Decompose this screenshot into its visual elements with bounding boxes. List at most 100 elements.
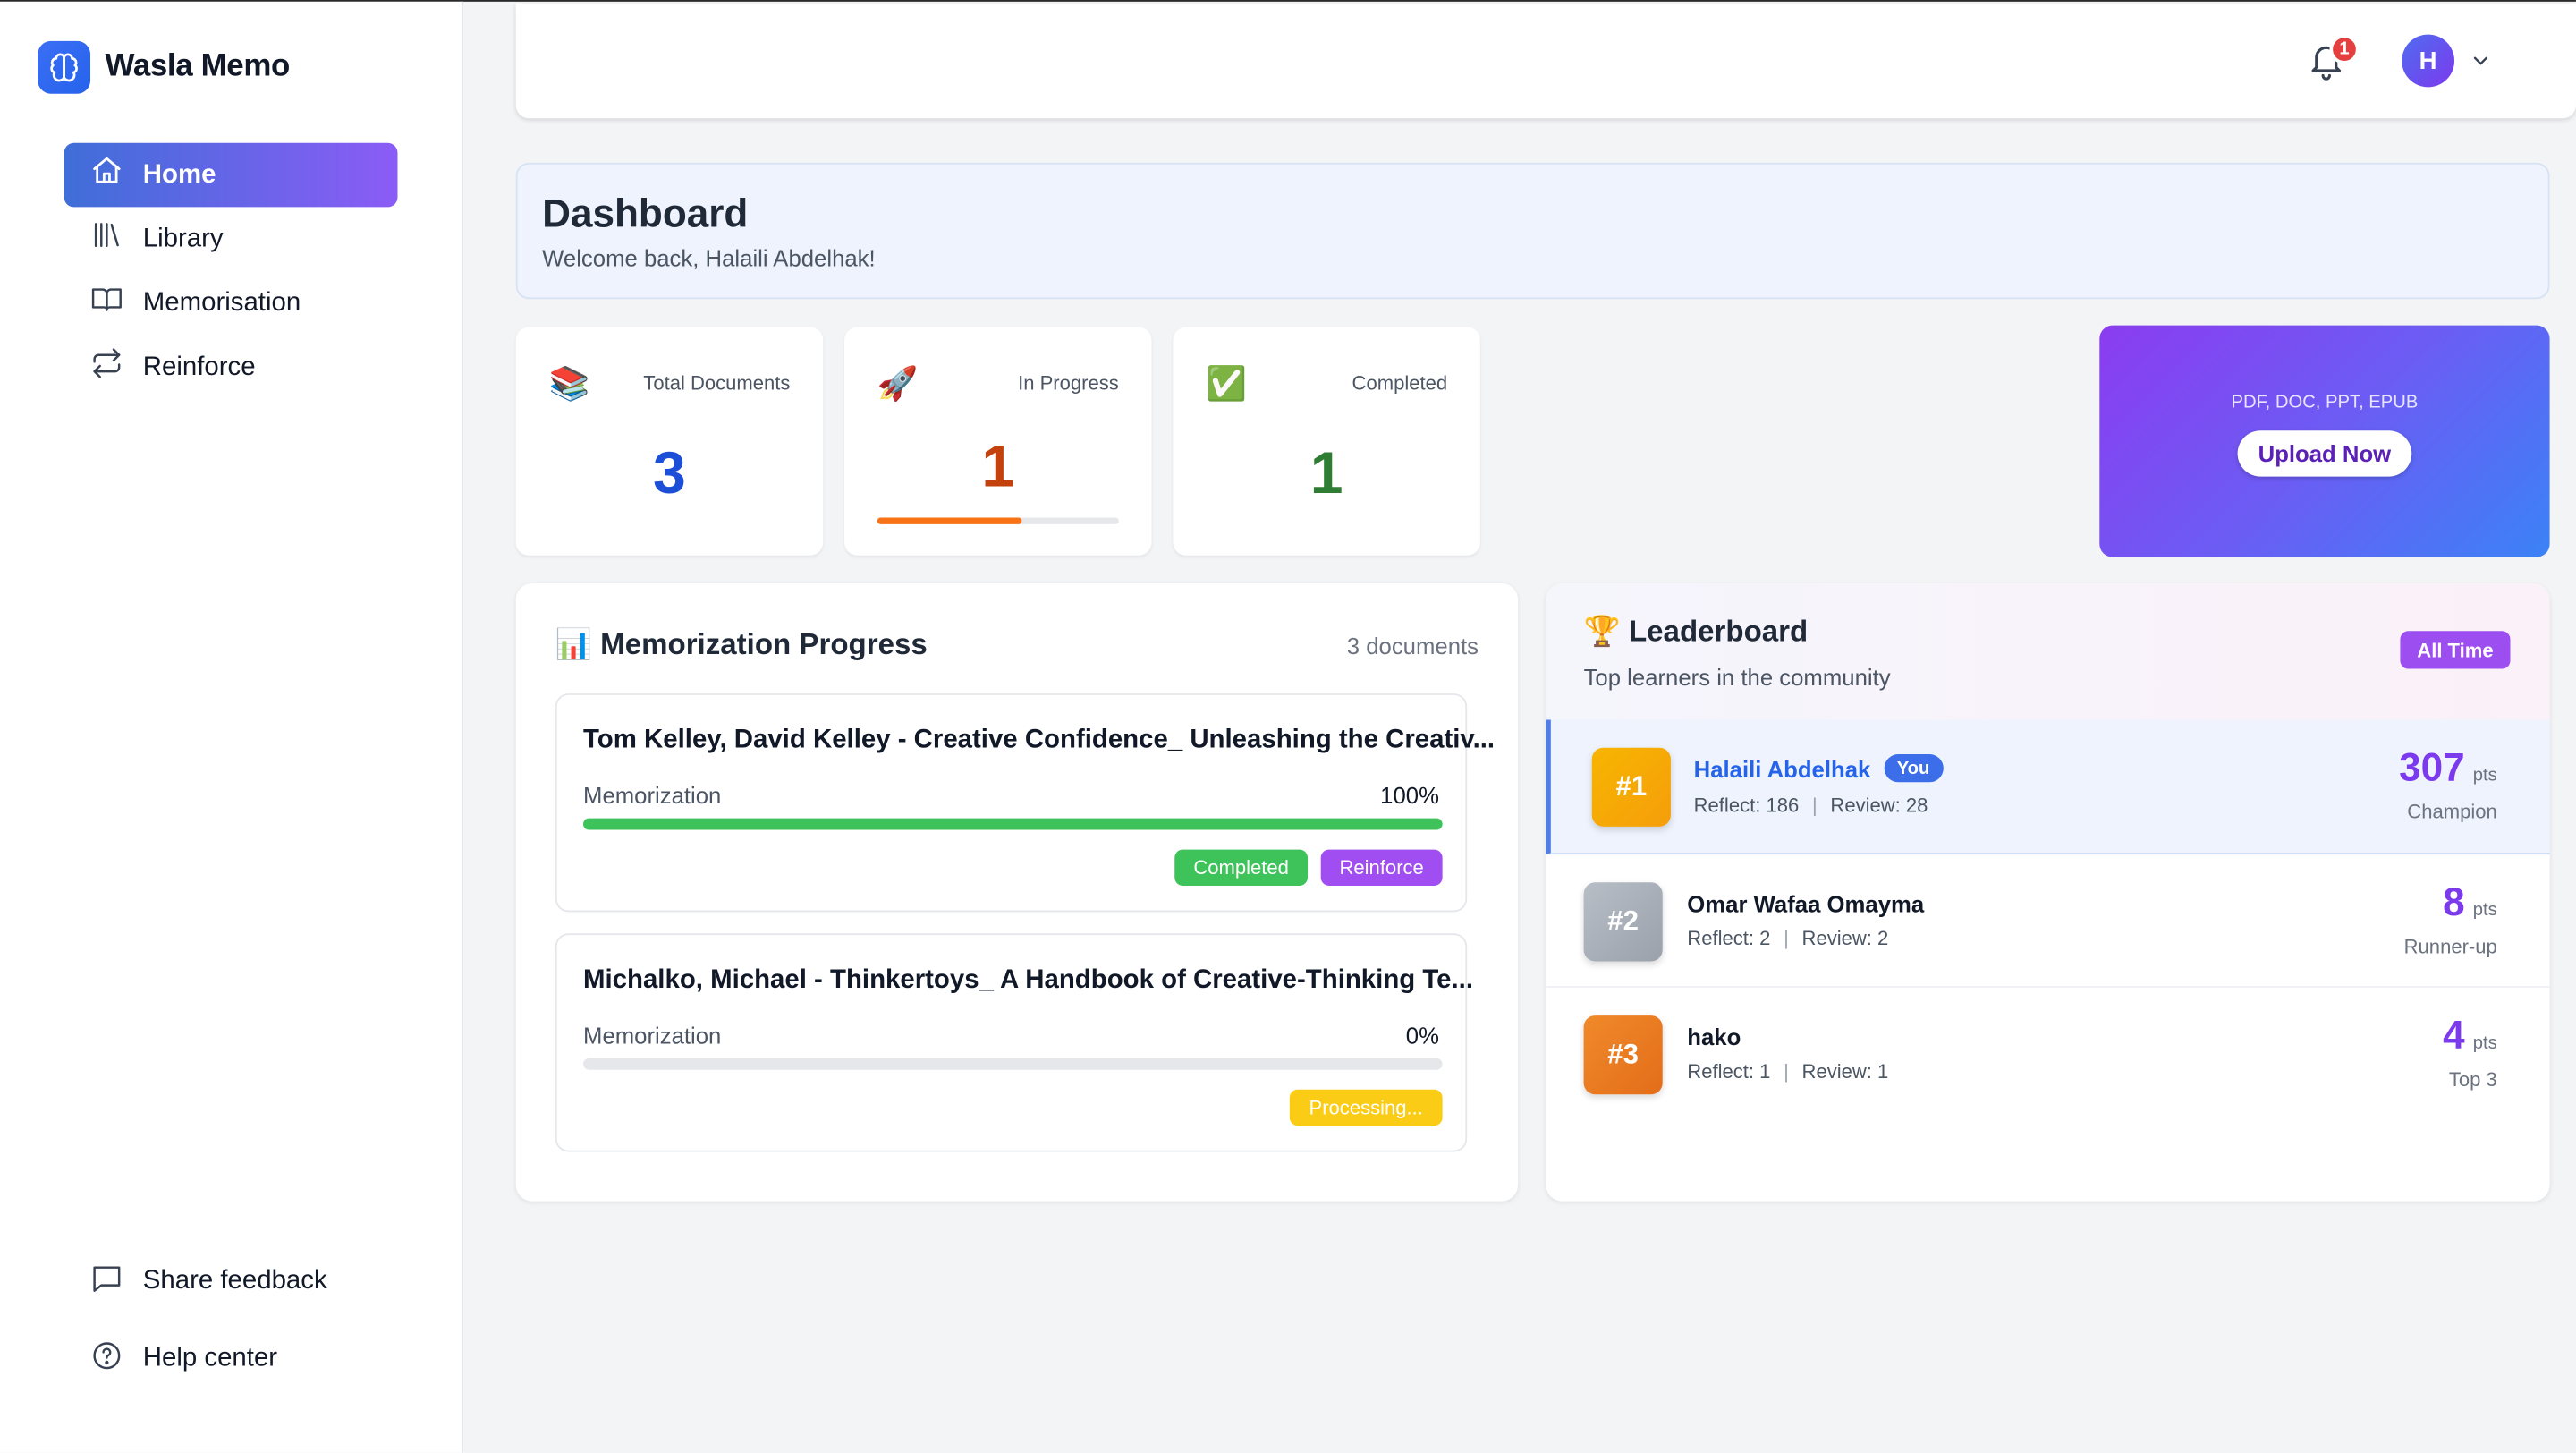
reflect-count: Reflect: 2 xyxy=(1687,926,1771,950)
document-card[interactable]: Tom Kelley, David Kelley - Creative Conf… xyxy=(555,693,1495,913)
bar-chart-icon: 📊 xyxy=(555,627,592,661)
progress-percent: 100% xyxy=(1380,782,1439,809)
progress-label: Memorization xyxy=(583,782,722,809)
panel-title: 📊 Memorization Progress xyxy=(555,628,928,663)
document-title: Michalko, Michael - Thinkertoys_ A Handb… xyxy=(583,965,1474,995)
reflect-count: Reflect: 186 xyxy=(1693,794,1800,817)
welcome-text: Welcome back, Halaili Abdelhak! xyxy=(542,244,876,272)
leaderboard-title: 🏆 Leaderboard xyxy=(1584,615,1809,650)
document-title: Tom Kelley, David Kelley - Creative Conf… xyxy=(583,726,1496,755)
leaderboard-row[interactable]: #1 Halaili Abdelhak You Reflect: 186 | R… xyxy=(1546,719,2550,855)
reinforce-button[interactable]: Reinforce xyxy=(1320,849,1443,886)
in-progress-bar-fill xyxy=(877,517,1022,524)
user-stats: Reflect: 186 | Review: 28 xyxy=(1694,794,1928,817)
panel-title-text: Memorization Progress xyxy=(600,627,928,661)
progress-percent: 0% xyxy=(1405,1022,1439,1049)
stat-value: 3 xyxy=(653,438,686,506)
sidebar: Wasla Memo Home Library Memorisation Rei… xyxy=(0,1,463,1453)
page-title: Dashboard xyxy=(542,191,749,237)
sidebar-item-memorisation[interactable]: Memorisation xyxy=(64,271,398,336)
user-name: Omar Wafaa Omayma xyxy=(1687,890,1924,916)
in-progress-bar xyxy=(877,517,1119,524)
sidebar-item-home[interactable]: Home xyxy=(64,142,398,208)
library-icon xyxy=(90,218,123,259)
rank-label: Champion xyxy=(2407,800,2497,824)
help-icon xyxy=(90,1338,123,1380)
help-center-link[interactable]: Help center xyxy=(64,1328,398,1390)
review-count: Review: 2 xyxy=(1801,926,1889,950)
user-name: Halaili Abdelhak You xyxy=(1693,754,1944,783)
share-feedback-link[interactable]: Share feedback xyxy=(64,1251,398,1313)
brand[interactable]: Wasla Memo xyxy=(38,40,291,94)
user-stats: Reflect: 2 | Review: 2 xyxy=(1687,927,1888,950)
sidebar-item-label: Reinforce xyxy=(142,352,256,381)
points: 307 pts xyxy=(2399,746,2497,792)
review-count: Review: 28 xyxy=(1830,794,1928,817)
stat-value: 1 xyxy=(981,432,1015,500)
app-name: Wasla Memo xyxy=(105,49,291,84)
rank-badge: #2 xyxy=(1583,882,1663,962)
sidebar-item-library[interactable]: Library xyxy=(64,207,398,271)
user-stats: Reflect: 1 | Review: 1 xyxy=(1687,1060,1888,1083)
review-count: Review: 1 xyxy=(1801,1059,1889,1083)
share-feedback-label: Share feedback xyxy=(142,1267,327,1296)
processing-badge: Processing... xyxy=(1289,1089,1443,1126)
leaderboard-panel: 🏆 Leaderboard Top learners in the commun… xyxy=(1546,583,2550,1202)
document-card[interactable]: Michalko, Michael - Thinkertoys_ A Handb… xyxy=(555,933,1473,1152)
user-name-text: hako xyxy=(1687,1024,1741,1050)
sidebar-item-reinforce[interactable]: Reinforce xyxy=(64,336,398,400)
user-name-text: Omar Wafaa Omayma xyxy=(1687,890,1925,917)
stat-card-in-progress: 🚀 In Progress 1 xyxy=(844,327,1152,556)
rocket-icon: 🚀 xyxy=(877,366,919,403)
user-avatar[interactable]: H xyxy=(2402,34,2455,88)
progress-bar xyxy=(583,818,1443,830)
chevron-down-icon[interactable] xyxy=(2470,49,2493,81)
leaderboard-title-text: Leaderboard xyxy=(1628,614,1809,648)
stats-separator: | xyxy=(1811,794,1818,817)
repeat-icon xyxy=(90,347,123,388)
points-value: 8 xyxy=(2443,880,2465,926)
home-icon xyxy=(90,155,123,196)
dashboard-banner: Dashboard Welcome back, Halaili Abdelhak… xyxy=(515,162,2550,300)
book-icon xyxy=(90,283,123,324)
leaderboard-row[interactable]: #2 Omar Wafaa Omayma Reflect: 2 | Review… xyxy=(1546,854,2550,988)
books-icon: 📚 xyxy=(548,366,590,403)
sidebar-item-label: Memorisation xyxy=(142,288,301,317)
sidebar-item-label: Home xyxy=(142,160,216,189)
message-icon xyxy=(90,1262,123,1303)
sidebar-item-label: Library xyxy=(142,224,224,252)
stat-label: In Progress xyxy=(1018,371,1119,395)
documents-count: 3 documents xyxy=(1346,633,1479,659)
stat-value: 1 xyxy=(1309,438,1343,506)
trophy-icon: 🏆 xyxy=(1583,614,1621,648)
brain-logo-icon xyxy=(38,40,91,94)
stat-card-completed: ✅ Completed 1 xyxy=(1173,327,1480,556)
points-value: 4 xyxy=(2443,1014,2465,1058)
progress-bar xyxy=(583,1058,1443,1070)
rank-badge: #3 xyxy=(1583,1015,1663,1095)
leaderboard-header: 🏆 Leaderboard Top learners in the commun… xyxy=(1546,583,2550,720)
upload-formats: PDF, DOC, PPT, EPUB xyxy=(2231,392,2419,413)
reflect-count: Reflect: 1 xyxy=(1687,1059,1771,1083)
top-header: 1 H xyxy=(515,3,2576,119)
upload-now-button[interactable]: Upload Now xyxy=(2237,430,2412,477)
check-icon: ✅ xyxy=(1206,366,1247,403)
rank-label: Runner-up xyxy=(2403,935,2497,958)
stats-separator: | xyxy=(1784,1059,1789,1083)
user-name-text: Halaili Abdelhak xyxy=(1693,754,1871,782)
points-unit: pts xyxy=(2472,1033,2497,1054)
rank-badge: #1 xyxy=(1591,747,1671,827)
progress-label: Memorization xyxy=(583,1022,722,1049)
completed-badge: Completed xyxy=(1174,849,1309,886)
help-center-label: Help center xyxy=(142,1344,278,1372)
stat-label: Total Documents xyxy=(643,371,791,395)
rank-label: Top 3 xyxy=(2448,1067,2497,1092)
all-time-filter-button[interactable]: All Time xyxy=(2400,631,2511,669)
stat-label: Completed xyxy=(1352,371,1448,395)
points: 8 pts xyxy=(2443,880,2497,926)
points: 4 pts xyxy=(2443,1014,2497,1059)
leaderboard-row[interactable]: #3 hako Reflect: 1 | Review: 1 4 pts Top… xyxy=(1546,988,2549,1121)
progress-bar-fill xyxy=(583,818,1443,830)
you-badge: You xyxy=(1884,754,1944,783)
stats-separator: | xyxy=(1784,926,1789,950)
